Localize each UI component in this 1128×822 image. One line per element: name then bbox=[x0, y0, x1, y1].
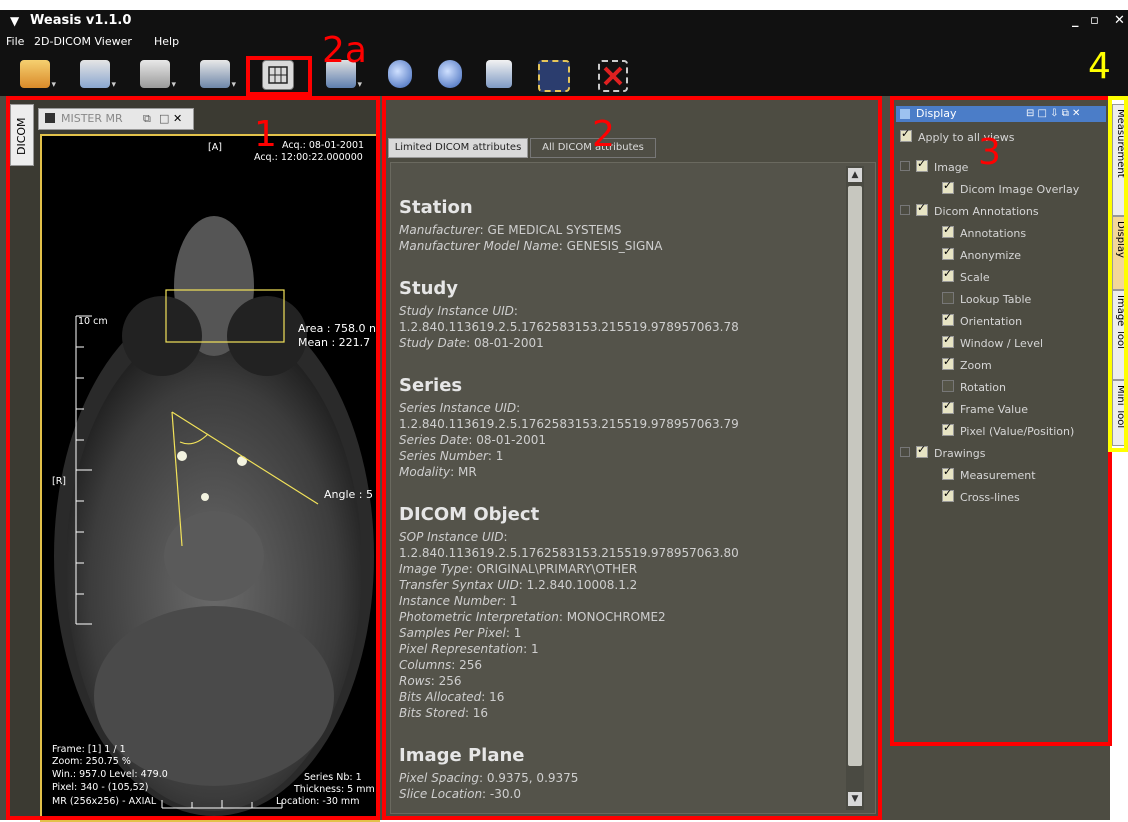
crosshair-icon[interactable] bbox=[538, 60, 570, 92]
menu-2d-dicom-viewer[interactable]: 2D-DICOM Viewer bbox=[34, 32, 132, 52]
delete-measure-icon[interactable] bbox=[598, 60, 628, 92]
annotation-box-3 bbox=[890, 96, 1112, 746]
annotation-label-2a: 2a bbox=[322, 30, 367, 71]
annotation-label-3: 3 bbox=[978, 132, 1001, 173]
annotation-box-2a bbox=[246, 56, 312, 96]
minimize-button[interactable]: _ bbox=[1072, 10, 1079, 32]
window-title: Weasis v1.1.0 bbox=[30, 13, 132, 28]
zoom-1-icon[interactable] bbox=[388, 60, 412, 88]
maximize-button[interactable]: ▫ bbox=[1090, 10, 1099, 32]
annotation-label-1: 1 bbox=[254, 114, 277, 155]
annotation-box-4 bbox=[1108, 96, 1128, 452]
menu-file[interactable]: File bbox=[6, 32, 24, 52]
annotation-box-1 bbox=[6, 96, 380, 820]
annotation-label-4: 4 bbox=[1088, 46, 1111, 87]
menu-help[interactable]: Help bbox=[154, 32, 179, 52]
export-icon[interactable]: ▾ bbox=[140, 60, 176, 90]
title-bar: ▼ Weasis v1.1.0 _ ▫ ✕ bbox=[0, 10, 1128, 32]
open-dicom-icon[interactable]: ▾ bbox=[20, 60, 56, 90]
zoom-fit-icon[interactable] bbox=[438, 60, 462, 88]
save-icon[interactable] bbox=[486, 60, 512, 88]
annotation-box-2 bbox=[382, 96, 882, 820]
toolbar: ▾ ▾ ▾ ▾ ▾ bbox=[0, 52, 1128, 96]
close-window-button[interactable]: ✕ bbox=[1114, 10, 1125, 32]
menu-bar: File 2D-DICOM Viewer Help bbox=[0, 32, 1128, 52]
annotation-label-2: 2 bbox=[592, 114, 615, 155]
import-icon[interactable]: ▾ bbox=[80, 60, 116, 90]
print-icon[interactable]: ▾ bbox=[200, 60, 236, 90]
app-logo-icon: ▼ bbox=[10, 14, 20, 28]
